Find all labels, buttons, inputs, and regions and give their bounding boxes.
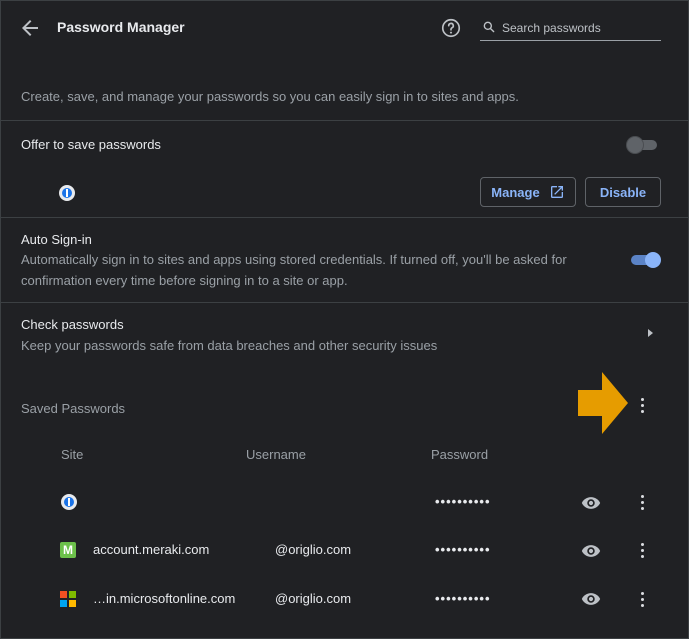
check-passwords-label[interactable]: Check passwords [21,317,124,332]
column-header-username: Username [246,447,306,462]
row-password: •••••••••• [435,542,491,557]
manage-button[interactable]: Manage [480,177,576,207]
manage-label: Manage [491,184,540,200]
check-passwords-description: Keep your passwords safe from data breac… [21,338,438,353]
show-password-eye-icon[interactable] [581,496,601,510]
auto-signin-label: Auto Sign-in [21,232,92,247]
disable-button[interactable]: Disable [585,177,661,207]
toggle-knob [645,252,661,268]
row-password: •••••••••• [435,494,491,509]
divider [0,120,689,121]
row-password: •••••••••• [435,591,491,606]
auto-signin-toggle[interactable] [629,252,661,268]
row-more-actions-button[interactable] [634,591,650,607]
row-more-actions-button[interactable] [634,494,650,510]
open-in-new-icon [550,186,563,198]
auto-signin-description-line2: confirmation every time before signing i… [21,273,348,288]
search-box[interactable] [480,14,661,41]
column-header-password: Password [431,447,489,462]
search-input[interactable] [500,17,659,39]
meraki-icon: M [60,542,76,558]
help-icon[interactable] [440,17,462,39]
disable-label: Disable [599,184,647,200]
row-site: account.meraki.com [93,542,210,557]
back-arrow-icon[interactable] [18,16,42,40]
offer-save-label: Offer to save passwords [21,137,161,152]
row-username: @origlio.com [275,542,352,557]
row-username: @origlio.com [275,591,352,606]
show-password-eye-icon[interactable] [581,544,601,558]
arrow-annotation-icon [578,372,628,434]
row-more-actions-button[interactable] [634,542,650,558]
chevron-right-icon[interactable] [645,328,655,338]
row-site: …in.microsoftonline.com [93,591,236,606]
toggle-knob [627,137,643,153]
offer-save-toggle[interactable] [627,137,659,153]
saved-passwords-title: Saved Passwords [21,401,126,416]
search-icon [483,21,495,33]
1password-icon [61,494,77,510]
page-title: Password Manager [57,19,185,35]
saved-passwords-menu-button[interactable] [634,397,650,413]
microsoft-icon [60,591,76,607]
1password-icon [59,185,75,201]
page-header: Password Manager [0,0,689,56]
divider [0,217,689,218]
page-description: Create, save, and manage your passwords … [21,89,519,104]
auto-signin-description-line1: Automatically sign in to sites and apps … [21,252,567,267]
divider [0,302,689,303]
column-header-site: Site [61,447,84,462]
show-password-eye-icon[interactable] [581,592,601,606]
